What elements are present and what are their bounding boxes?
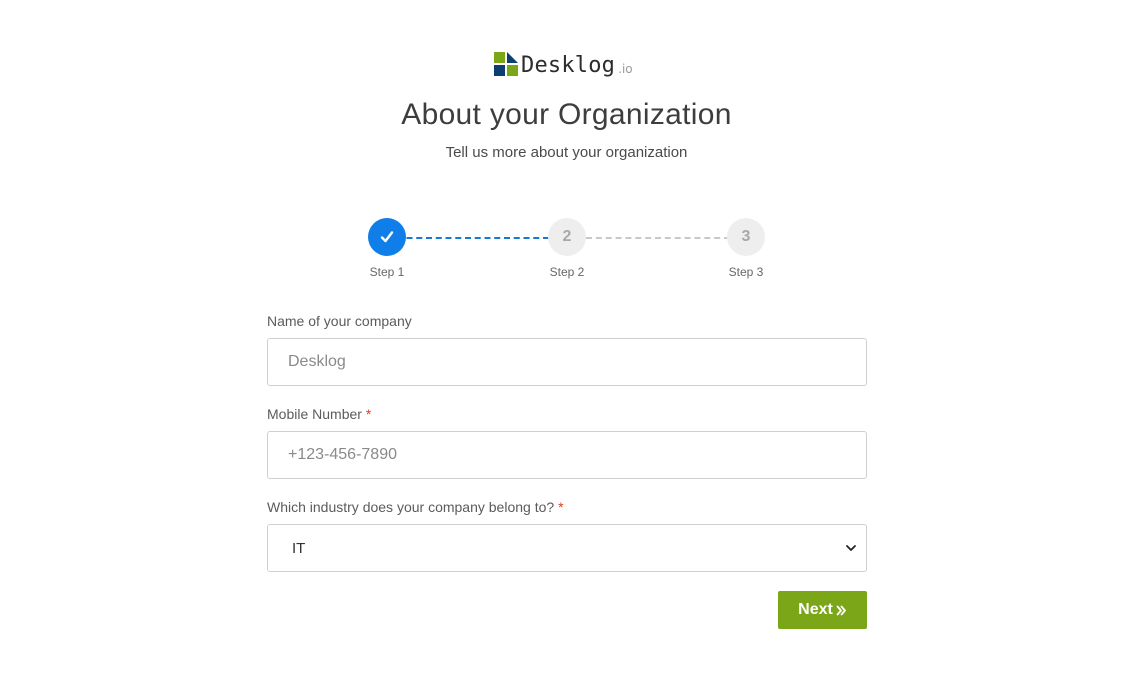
step-3: 3 Step 3 [706,218,786,279]
company-name-label: Name of your company [267,313,412,329]
step-1-label: Step 1 [369,265,405,279]
industry-label-text: Which industry does your company belong … [267,499,555,515]
step-1: Step 1 [347,218,427,279]
page-title: About your Organization [401,98,732,131]
desklog-logo-icon [494,52,518,76]
next-button-label: Next [798,601,833,618]
step-3-label: Step 3 [728,265,764,279]
page-subtitle: Tell us more about your organization [445,144,688,161]
required-mark: * [558,499,564,515]
mobile-number-label-text: Mobile Number [267,406,362,422]
company-field-group: Name of your company [267,313,867,386]
brand-name: Desklog [521,53,616,78]
double-chevron-right-icon [836,605,846,615]
chevron-down-icon [846,545,856,551]
step-3-circle: 3 [727,218,765,256]
step-2-circle: 2 [548,218,586,256]
mobile-number-input[interactable] [267,431,867,479]
checkmark-icon [380,231,394,243]
progress-stepper: Step 1 2 Step 2 3 Step 3 [348,218,786,288]
industry-label: Which industry does your company belong … [267,499,564,515]
brand-suffix: .io [618,62,633,76]
industry-select[interactable]: IT [267,524,867,572]
step-2-label: Step 2 [549,265,585,279]
industry-field-group: Which industry does your company belong … [267,499,867,572]
step-1-circle [368,218,406,256]
next-button[interactable]: Next [778,591,867,629]
mobile-number-label: Mobile Number * [267,406,371,422]
company-name-input[interactable] [267,338,867,386]
step-2: 2 Step 2 [527,218,607,279]
industry-selected-value: IT [292,539,306,557]
mobile-field-group: Mobile Number * [267,406,867,479]
brand-logo: Desklog .io [494,50,633,80]
required-mark: * [365,406,372,422]
